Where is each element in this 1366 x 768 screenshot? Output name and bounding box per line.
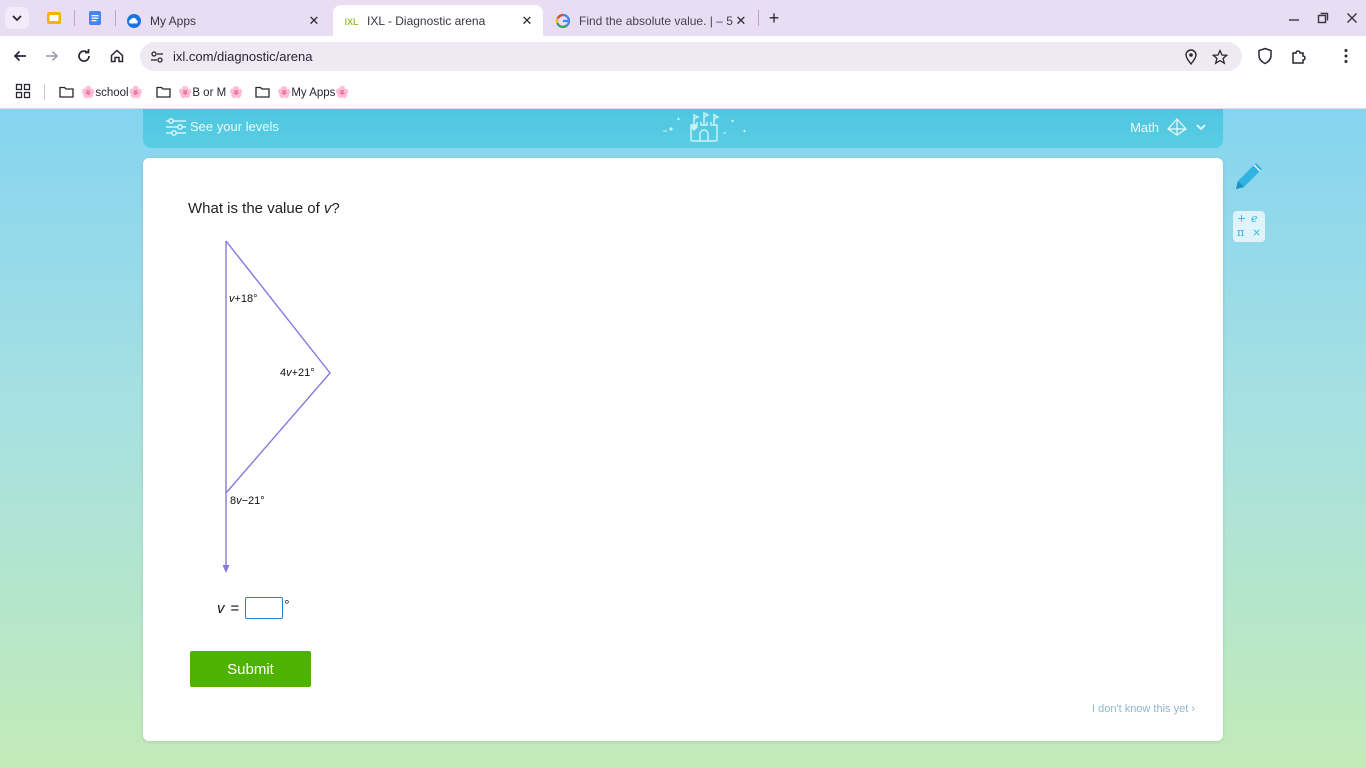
arrow-left-icon (13, 50, 26, 62)
tab-my-apps[interactable]: My Apps ✕ (116, 5, 330, 36)
puzzle-icon (1291, 49, 1306, 64)
more-vertical-icon (1344, 49, 1348, 63)
svg-text:IXL: IXL (345, 17, 360, 27)
apps-grid-icon[interactable] (15, 83, 33, 101)
submit-button[interactable]: Submit (190, 651, 311, 687)
calculator-button[interactable]: + e π × (1233, 211, 1265, 242)
extensions-button[interactable] (1287, 45, 1309, 67)
folder-icon (255, 85, 271, 99)
arrow-right-icon (46, 50, 59, 62)
answer-variable: v (217, 599, 225, 617)
shield-extension-button[interactable] (1254, 45, 1276, 67)
browser-menu-button[interactable] (1335, 45, 1357, 67)
bookmark-folder-my-apps[interactable]: 🌸My Apps🌸 (255, 83, 350, 101)
tab-search-button[interactable] (5, 7, 29, 29)
times-icon: × (1252, 226, 1262, 239)
subject-selector[interactable]: Math (1130, 118, 1207, 136)
page-content: See your levels Math What is the value o… (0, 109, 1366, 768)
slides-icon (47, 12, 61, 24)
see-levels-link[interactable]: See your levels (190, 119, 279, 134)
angle-label-bottom: 8v−21° (230, 495, 265, 507)
site-info-icon[interactable] (148, 48, 166, 66)
pinned-tab-docs[interactable] (86, 9, 104, 27)
plus-icon: + (768, 7, 780, 28)
answer-row: v = ° (217, 597, 289, 619)
question-text: What is the value of v? (188, 200, 340, 217)
reload-icon (78, 49, 90, 62)
restore-icon (1317, 12, 1329, 24)
reload-button[interactable] (71, 43, 97, 69)
bookmark-label: 🌸My Apps🌸 (277, 87, 350, 99)
docs-icon (89, 11, 101, 25)
ixl-icon: IXL (343, 13, 359, 29)
minimize-icon (1289, 19, 1299, 21)
new-tab-button[interactable]: + (764, 8, 784, 28)
pinned-tab-slides[interactable] (45, 9, 63, 27)
subject-label: Math (1130, 119, 1159, 135)
location-icon[interactable] (1182, 48, 1200, 66)
pencil-icon[interactable] (1232, 159, 1266, 195)
home-button[interactable] (104, 43, 130, 69)
equals-sign: = (230, 599, 240, 617)
forward-button[interactable] (39, 43, 65, 69)
folder-icon (59, 85, 75, 99)
answer-input[interactable] (245, 597, 284, 619)
home-icon (110, 49, 124, 63)
minimize-button[interactable] (1280, 6, 1308, 30)
tab-title: My Apps (150, 13, 197, 28)
chevron-down-icon (12, 15, 22, 22)
bookmark-folder-school[interactable]: 🌸school🌸 (59, 83, 143, 101)
bookmark-star-icon[interactable] (1211, 48, 1229, 66)
close-icon[interactable]: ✕ (733, 13, 749, 29)
triangle-diagram: v+18° 4v+21° 8v−21° (213, 236, 373, 581)
angle-label-right: 4v+21° (280, 367, 315, 379)
google-icon (555, 13, 571, 29)
bookmark-label: 🌸school🌸 (81, 87, 143, 99)
bookmark-label: 🌸B or M 🌸 (178, 87, 244, 99)
restore-button[interactable] (1309, 6, 1337, 30)
levels-header: See your levels Math (143, 109, 1223, 148)
tab-title: IXL - Diagnostic arena (367, 13, 486, 28)
chevron-down-icon (1196, 124, 1206, 131)
folder-icon (156, 85, 172, 99)
castle-icon (663, 111, 746, 142)
pyramid-icon (1167, 118, 1187, 136)
question-card: What is the value of v? v+18° 4v+21° 8v−… (143, 158, 1223, 741)
shield-icon (1258, 47, 1272, 65)
exponent-icon: e (1251, 212, 1258, 225)
bookmark-folder-b-or-m[interactable]: 🌸B or M 🌸 (156, 83, 244, 101)
question-suffix: ? (331, 200, 340, 217)
tab-ixl-diagnostic[interactable]: IXL IXL - Diagnostic arena ✕ (333, 5, 543, 36)
triangle-figure (222, 240, 331, 573)
back-button[interactable] (7, 43, 33, 69)
angle-label-top: v+18° (229, 293, 258, 305)
close-icon[interactable]: ✕ (519, 13, 535, 29)
tab-strip: My Apps ✕ IXL IXL - Diagnostic arena ✕ F… (0, 0, 1366, 36)
url-text[interactable]: ixl.com/diagnostic/arena (173, 49, 312, 64)
cloud-icon (126, 13, 142, 29)
close-icon[interactable]: ✕ (306, 13, 322, 29)
pi-icon: π (1237, 226, 1245, 239)
address-bar[interactable]: ixl.com/diagnostic/arena (140, 42, 1242, 71)
tab-google-search[interactable]: Find the absolute value. | – 5+ ✕ (545, 5, 757, 36)
degree-unit: ° (284, 596, 290, 612)
sliders-icon[interactable] (165, 117, 187, 137)
question-prefix: What is the value of (188, 200, 324, 217)
tab-title: Find the absolute value. | – 5+ (579, 13, 733, 28)
close-icon (1347, 13, 1357, 23)
dont-know-link[interactable]: I don't know this yet › (1092, 703, 1195, 715)
bookmarks-bar: 🌸school🌸 🌸B or M 🌸 🌸My Apps🌸 (0, 76, 1366, 109)
plus-icon: + (1237, 212, 1247, 225)
close-window-button[interactable] (1338, 6, 1366, 30)
